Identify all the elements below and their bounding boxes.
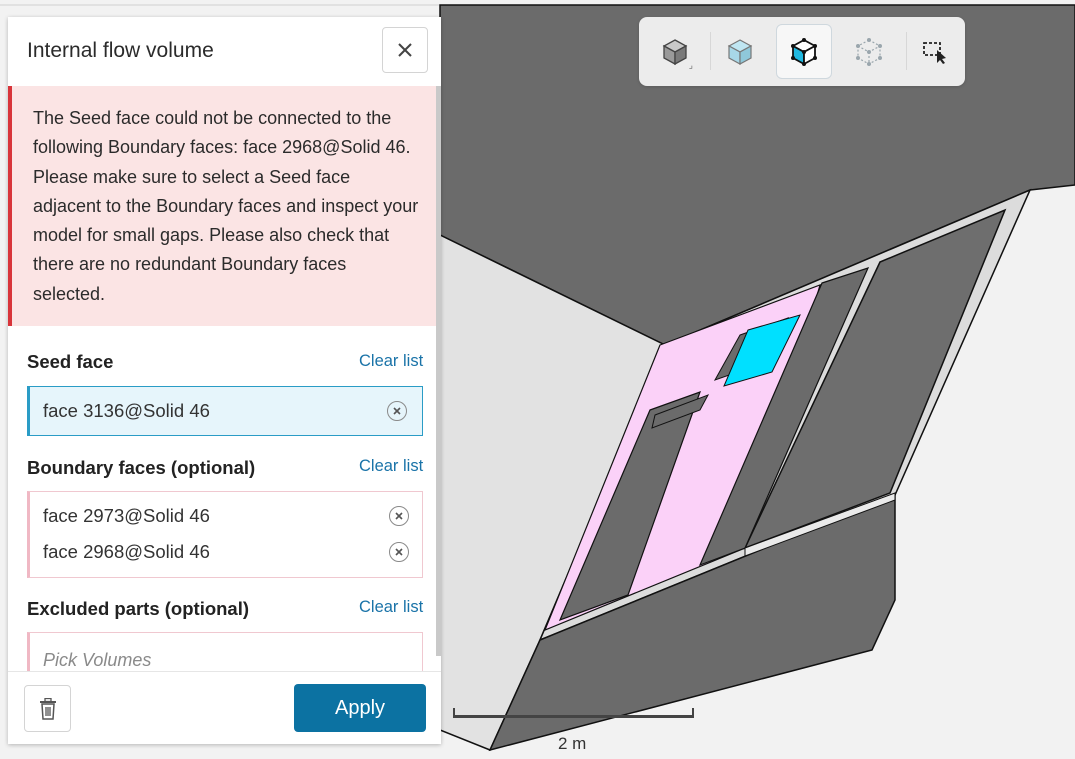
scale-bar-label: 2 m: [558, 734, 587, 753]
excluded-parts-label: Excluded parts (optional): [27, 598, 250, 619]
scale-bar-tick-right: [692, 708, 694, 718]
transparent-cube-icon: [727, 38, 753, 65]
seed-face-clear-link[interactable]: Clear list: [359, 352, 423, 371]
face-select-view-button[interactable]: [776, 24, 832, 79]
apply-button[interactable]: Apply: [294, 684, 426, 732]
boundary-faces-label: Boundary faces (optional): [27, 457, 256, 478]
box-select-button[interactable]: [907, 24, 963, 79]
trash-icon: [39, 697, 56, 720]
panel-footer: Apply: [8, 671, 441, 744]
close-button[interactable]: [382, 27, 428, 73]
transparent-view-button[interactable]: [712, 24, 768, 79]
error-alert: The Seed face could not be connected to …: [8, 86, 436, 326]
seed-face-label: Seed face: [27, 351, 114, 372]
seed-face-field[interactable]: face 3136@Solid 46: [27, 386, 423, 436]
close-icon: [398, 43, 412, 57]
remove-icon: [393, 407, 401, 415]
seed-face-item: face 3136@Solid 46: [43, 400, 210, 421]
error-message: The Seed face could not be connected to …: [33, 108, 419, 304]
toolbar-separator: [710, 32, 711, 70]
boundary-face-item: face 2968@Solid 46: [43, 541, 210, 562]
box-select-icon: [923, 41, 946, 64]
panel-scrollbar[interactable]: [436, 86, 441, 656]
solid-view-button[interactable]: ⌟: [647, 24, 703, 79]
boundary-faces-clear-link[interactable]: Clear list: [359, 457, 423, 476]
submenu-corner-icon: ⌟: [688, 60, 693, 70]
remove-icon: [395, 512, 403, 520]
remove-seed-face-button[interactable]: [387, 401, 407, 421]
remove-icon: [395, 548, 403, 556]
excluded-parts-clear-link[interactable]: Clear list: [359, 598, 423, 617]
remove-boundary-face-button[interactable]: [389, 506, 409, 526]
view-toolbar: ⌟: [639, 17, 965, 86]
panel-title: Internal flow volume: [27, 39, 214, 62]
delete-button[interactable]: [24, 685, 71, 732]
boundary-face-item: face 2973@Solid 46: [43, 505, 210, 526]
wireframe-view-button[interactable]: [841, 24, 897, 79]
excluded-parts-placeholder: Pick Volumes: [43, 650, 152, 670]
remove-boundary-face-button[interactable]: [389, 542, 409, 562]
solid-cube-icon: [662, 38, 688, 65]
internal-flow-volume-panel: Internal flow volume The Seed face could…: [8, 17, 441, 744]
wireframe-cube-icon: [856, 37, 882, 66]
scale-bar: [453, 715, 694, 718]
face-select-cube-icon: [791, 37, 817, 66]
boundary-faces-field[interactable]: face 2973@Solid 46 face 2968@Solid 46: [27, 491, 423, 578]
